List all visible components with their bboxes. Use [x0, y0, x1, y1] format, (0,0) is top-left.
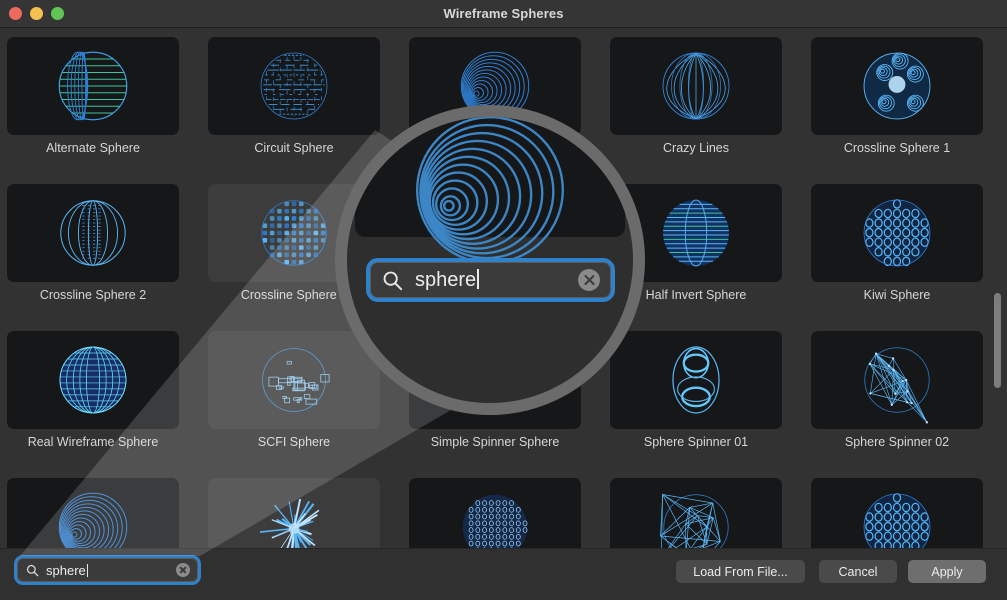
- sphere-thumbnail[interactable]: [610, 37, 782, 135]
- sphere-grid-item[interactable]: [409, 478, 581, 548]
- sphere-item-label: Real Wireframe Sphere: [7, 435, 179, 449]
- sphere-item-label: Kiwi Sphere: [811, 288, 983, 302]
- sphere-grid-item[interactable]: SCFI Sphere: [208, 331, 380, 478]
- sphere-thumbnail[interactable]: [208, 184, 380, 282]
- sphere-item-label: Alternate Sphere: [7, 141, 179, 155]
- search-input[interactable]: sphere: [17, 558, 198, 582]
- sphere-grid-item[interactable]: Sphere Spinner 01: [610, 331, 782, 478]
- sphere-thumbnail[interactable]: [208, 478, 380, 548]
- cancel-button[interactable]: Cancel: [819, 560, 897, 583]
- title-bar: Wireframe Spheres: [0, 0, 1007, 28]
- sphere-thumbnail[interactable]: [7, 331, 179, 429]
- sphere-grid-item[interactable]: Crossline Sphere 3: [208, 184, 380, 331]
- sphere-thumbnail[interactable]: [610, 331, 782, 429]
- sphere-item-label: SCFI Sphere: [208, 435, 380, 449]
- sphere-grid-item[interactable]: Half Invert Sphere: [610, 184, 782, 331]
- sphere-grid-item[interactable]: [7, 478, 179, 548]
- sphere-grid-item[interactable]: Alternate Sphere: [7, 37, 179, 184]
- sphere-grid-item[interactable]: Crossline Sphere 2: [7, 184, 179, 331]
- sphere-thumbnail[interactable]: [811, 37, 983, 135]
- sphere-item-label: Crossline Sphere 2: [7, 288, 179, 302]
- vertical-scrollbar[interactable]: [991, 30, 1005, 546]
- sphere-grid-item[interactable]: Crazy Lines: [610, 37, 782, 184]
- window-title: Wireframe Spheres: [0, 0, 1007, 27]
- sphere-thumbnail[interactable]: [208, 331, 380, 429]
- sphere-thumbnail[interactable]: [610, 184, 782, 282]
- sphere-thumbnail[interactable]: [7, 478, 179, 548]
- sphere-thumbnail[interactable]: [811, 478, 983, 548]
- sphere-grid-item[interactable]: Real Wireframe Sphere: [7, 331, 179, 478]
- sphere-grid-item[interactable]: [208, 478, 380, 548]
- sphere-thumbnail[interactable]: [208, 37, 380, 135]
- sphere-grid-item[interactable]: Kiwi Sphere: [811, 184, 983, 331]
- sphere-thumbnail[interactable]: [811, 184, 983, 282]
- sphere-thumbnail[interactable]: [409, 331, 581, 429]
- sphere-thumbnail[interactable]: [811, 331, 983, 429]
- bottom-toolbar: sphere Load From File... Cancel Apply: [0, 548, 1007, 600]
- search-icon: [26, 564, 39, 577]
- vertical-scrollbar-thumb[interactable]: [994, 293, 1001, 388]
- sphere-grid-item[interactable]: Sphere Spinner 02: [811, 331, 983, 478]
- clear-search-icon[interactable]: [176, 563, 190, 577]
- load-from-file-button[interactable]: Load From File...: [676, 560, 805, 583]
- sphere-item-label: Crazy Lines: [610, 141, 782, 155]
- sphere-item-label: Circuit Sphere: [208, 141, 380, 155]
- sphere-item-label: Spiral Sphere: [409, 288, 581, 302]
- sphere-grid-item[interactable]: Crossline Sphere 0: [409, 37, 581, 184]
- sphere-thumbnail[interactable]: [610, 478, 782, 548]
- sphere-thumbnail[interactable]: [409, 478, 581, 548]
- sphere-item-label: Half Invert Sphere: [610, 288, 782, 302]
- sphere-grid-scroll-area[interactable]: Alternate Sphere Circuit Sphere Crossline …: [0, 28, 1007, 548]
- sphere-grid-item[interactable]: Spiral Sphere: [409, 184, 581, 331]
- apply-button[interactable]: Apply: [908, 560, 986, 583]
- sphere-thumbnail[interactable]: [7, 184, 179, 282]
- search-input-text: sphere: [46, 563, 176, 578]
- sphere-item-label: Crossline Sphere 3: [208, 288, 380, 302]
- sphere-grid-item[interactable]: [610, 478, 782, 548]
- text-caret: [87, 564, 88, 577]
- sphere-item-label: Simple Spinner Sphere: [409, 435, 581, 449]
- sphere-grid-item[interactable]: Circuit Sphere: [208, 37, 380, 184]
- sphere-thumbnail[interactable]: [7, 37, 179, 135]
- sphere-thumbnail[interactable]: [409, 184, 581, 282]
- sphere-item-label: Sphere Spinner 02: [811, 435, 983, 449]
- sphere-grid-item[interactable]: Crossline Sphere 1: [811, 37, 983, 184]
- sphere-grid-item[interactable]: Simple Spinner Sphere: [409, 331, 581, 478]
- sphere-item-label: Crossline Sphere 0: [409, 141, 581, 155]
- sphere-item-label: Crossline Sphere 1: [811, 141, 983, 155]
- sphere-item-label: Sphere Spinner 01: [610, 435, 782, 449]
- sphere-thumbnail[interactable]: [409, 37, 581, 135]
- sphere-grid: Alternate Sphere Circuit Sphere Crossline …: [0, 28, 1007, 548]
- application-window: Wireframe Spheres Alternate Sphere Circui…: [0, 0, 1007, 600]
- sphere-grid-item[interactable]: [811, 478, 983, 548]
